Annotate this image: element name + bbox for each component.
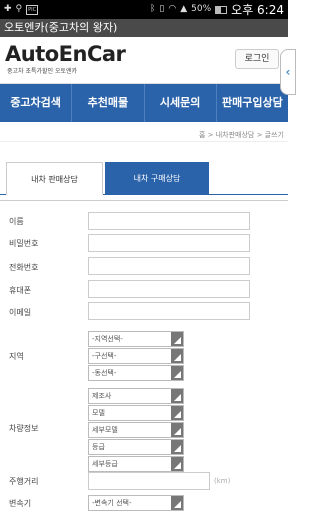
tab-buy-consult[interactable]: 내차 구매상담 — [105, 162, 209, 195]
transmission-select[interactable]: -변속기 선택- — [88, 495, 184, 511]
clock: 오후 6:24 — [231, 3, 284, 17]
dropdown-arrow-icon — [171, 389, 183, 403]
logo-tagline: 중고차 초특가할인 오토엔카 — [7, 68, 78, 75]
dropdown-arrow-icon — [171, 366, 183, 380]
nav-item-price-inquiry[interactable]: 시세문의 — [145, 84, 217, 122]
model-select-value: 모델 — [92, 409, 105, 417]
phone-input[interactable] — [88, 257, 250, 275]
maker-select-value: 제조사 — [92, 392, 112, 400]
name-label: 이름 — [9, 217, 24, 226]
password-input[interactable] — [88, 234, 250, 252]
dropdown-arrow-icon — [171, 349, 183, 363]
dropdown-arrow-icon — [171, 423, 183, 437]
mobile-input[interactable] — [88, 280, 250, 298]
region-label: 지역 — [9, 352, 24, 361]
maker-select[interactable]: 제조사 — [88, 388, 184, 404]
mobile-label: 휴대폰 — [9, 286, 32, 295]
main-nav: 중고차검색 추천매물 시세문의 판매구입상담 — [0, 84, 288, 122]
consult-tabs: 내차 판매상담 내차 구매상담 — [0, 162, 288, 195]
nav-item-used-car-search[interactable]: 중고차검색 — [0, 84, 73, 122]
sub-grade-select-value: 세부등급 — [92, 460, 118, 468]
breadcrumb: 홈 > 내차판매상담 > 글쓰기 — [0, 122, 288, 142]
dropdown-arrow-icon — [171, 496, 183, 510]
logo-text: AutoEnCar — [5, 42, 126, 66]
name-input[interactable] — [88, 212, 250, 230]
dong-select[interactable]: -동선택- — [88, 365, 184, 381]
grade-select-value: 등급 — [92, 443, 105, 451]
sub-model-select[interactable]: 세부모델 — [88, 422, 184, 438]
transmission-label: 변속기 — [9, 499, 32, 508]
mileage-unit: (km) — [214, 477, 231, 485]
transmission-select-value: -변속기 선택- — [92, 499, 132, 507]
form-divider — [0, 200, 288, 201]
tab-sell-consult[interactable]: 내차 판매상담 — [6, 162, 103, 195]
dropdown-arrow-icon — [171, 440, 183, 454]
wifi-icon: ◠ — [168, 4, 177, 14]
grade-select[interactable]: 등급 — [88, 439, 184, 455]
region-select-value: -지역선택- — [92, 335, 123, 343]
battery-percent: 50% — [191, 4, 212, 14]
district-select[interactable]: -구선택- — [88, 348, 184, 364]
bluetooth-icon: ᛒ — [150, 4, 156, 14]
model-select[interactable]: 모델 — [88, 405, 184, 421]
dropdown-arrow-icon — [171, 457, 183, 471]
sub-model-select-value: 세부모델 — [92, 426, 118, 434]
usb-icon: ⚲ — [15, 4, 23, 14]
nav-item-consultation[interactable]: 판매구입상담 — [217, 84, 288, 122]
add-icon: ✚ — [4, 4, 12, 14]
district-select-value: -구선택- — [92, 352, 117, 360]
app-title: 오토엔카(중고차의 왕자) — [0, 19, 288, 37]
password-label: 비밀번호 — [9, 239, 39, 248]
site-header: AutoEnCar 중고차 초특가할인 오토엔카 로그인 — [0, 37, 288, 84]
mileage-input[interactable] — [88, 472, 210, 490]
nav-item-recommended[interactable]: 추천매물 — [72, 84, 145, 122]
image-icon: PIC — [26, 4, 39, 15]
mileage-label: 주행거리 — [9, 477, 39, 486]
car-info-label: 차량정보 — [9, 424, 39, 433]
signal-icon: ▲ — [180, 4, 188, 14]
dong-select-value: -동선택- — [92, 369, 117, 377]
email-input[interactable] — [88, 302, 250, 320]
battery-icon — [215, 5, 228, 14]
dropdown-arrow-icon — [171, 332, 183, 346]
status-bar: ✚ ⚲ PIC ᛒ ▯ ◠ ▲ 50% 오후 6:24 — [0, 0, 288, 19]
vibrate-icon: ▯ — [159, 4, 165, 14]
sub-grade-select[interactable]: 세부등급 — [88, 456, 184, 472]
site-logo[interactable]: AutoEnCar 중고차 초특가할인 오토엔카 — [5, 42, 126, 75]
phone-label: 전화번호 — [9, 263, 39, 272]
email-label: 이메일 — [9, 308, 32, 317]
dropdown-arrow-icon — [171, 406, 183, 420]
login-button[interactable]: 로그인 — [235, 49, 279, 69]
region-select[interactable]: -지역선택- — [88, 331, 184, 347]
side-menu-handle-icon[interactable]: ‹ — [280, 49, 296, 95]
